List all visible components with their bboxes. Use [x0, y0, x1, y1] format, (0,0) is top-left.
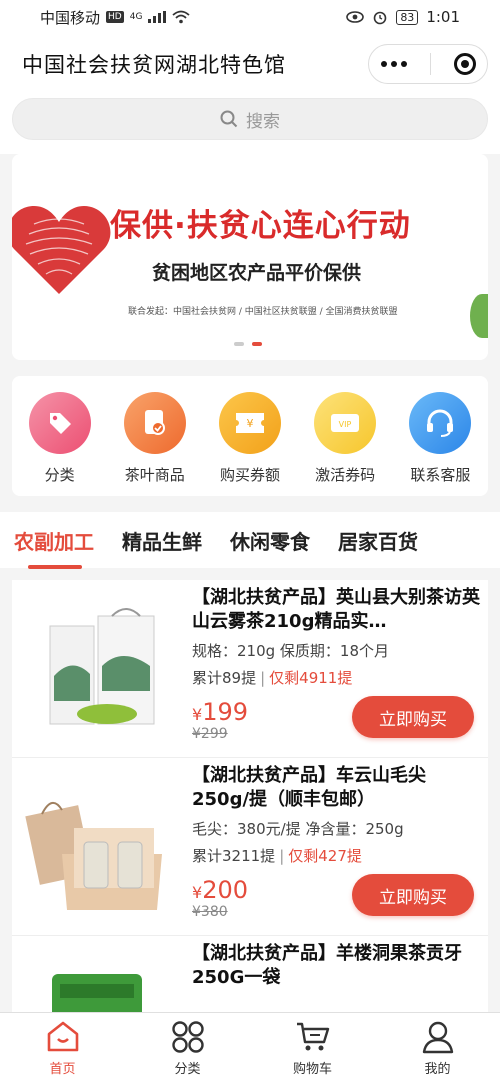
user-icon: [422, 1021, 453, 1053]
product-list: 【湖北扶贫产品】英山县大别茶访英山云雾茶210g精品实… 规格：210g 保质期…: [12, 580, 488, 1012]
product-info: 【湖北扶贫产品】羊楼洞果茶贡牙250G一袋: [192, 942, 482, 990]
product-info: 【湖北扶贫产品】英山县大别茶访英山云雾茶210g精品实… 规格：210g 保质期…: [192, 586, 482, 688]
tab-home[interactable]: 居家百货: [338, 526, 418, 555]
coupon-icon: ¥: [218, 392, 281, 454]
original-price: ¥299: [192, 726, 228, 742]
clock: 1:01: [426, 8, 460, 26]
quick-item-buy-coupon[interactable]: ¥ 购买券额: [205, 392, 295, 485]
wifi-icon: [172, 10, 191, 24]
currency-symbol: ¥: [192, 883, 203, 902]
quick-label: 茶叶商品: [124, 466, 185, 484]
carrier-label: 中国移动: [40, 8, 101, 27]
category-tabs: 农副加工 精品生鲜 休闲零食 居家百货: [0, 512, 500, 569]
tabbar-home[interactable]: 首页: [13, 1020, 113, 1077]
product-card[interactable]: 【湖北扶贫产品】英山县大别茶访英山云雾茶210g精品实… 规格：210g 保质期…: [12, 580, 488, 758]
banner-title: 保供·扶贫心连心行动: [110, 208, 411, 244]
remaining-count: 仅剩4911提: [269, 669, 353, 687]
signal-icon: [148, 11, 167, 23]
fingerprint-heart-image: [12, 206, 111, 294]
quick-menu: 分类 茶叶商品 ¥ 购买券额 VIP 激活券码 联系客服: [12, 376, 488, 496]
buy-now-button[interactable]: 立即购买: [352, 696, 474, 738]
quick-item-support[interactable]: 联系客服: [395, 392, 485, 485]
price-value: 199: [202, 698, 248, 726]
quick-item-category[interactable]: 分类: [15, 392, 105, 485]
product-image: [25, 802, 162, 910]
product-price: ¥199: [192, 698, 248, 726]
search-input[interactable]: 搜索: [12, 98, 488, 140]
quick-label: 激活券码: [315, 466, 376, 484]
product-card[interactable]: 【湖北扶贫产品】羊楼洞果茶贡牙250G一袋: [12, 936, 488, 1012]
leaf-image: [470, 294, 488, 338]
product-spec: 规格：210g 保质期：18个月: [192, 642, 390, 660]
product-price: ¥200: [192, 876, 248, 904]
close-miniapp-icon[interactable]: [453, 53, 476, 75]
product-image: [52, 974, 142, 1012]
title-bar: 中国社会扶贫网湖北特色馆: [0, 34, 500, 94]
banner-area: 保供·扶贫心连心行动 贫困地区农产品平价保供 联合发起：中国社会扶贫网 / 中国…: [0, 154, 500, 376]
tab-snacks[interactable]: 休闲零食: [230, 526, 310, 555]
tabbar-cart[interactable]: 购物车: [263, 1020, 363, 1077]
currency-symbol: ¥: [192, 705, 203, 724]
product-title: 【湖北扶贫产品】羊楼洞果茶贡牙250G一袋: [192, 943, 462, 988]
product-image: [49, 608, 155, 725]
product-title: 【湖北扶贫产品】英山县大别茶访英山云雾茶210g精品实…: [192, 587, 480, 632]
quick-item-tea[interactable]: 茶叶商品: [110, 392, 200, 485]
search-icon: [220, 110, 238, 128]
product-info: 【湖北扶贫产品】车云山毛尖250g/提（顺丰包邮） 毛尖：380元/提 净含量：…: [192, 764, 482, 866]
original-price: ¥380: [192, 904, 228, 920]
quick-item-activate[interactable]: VIP 激活券码: [300, 392, 390, 485]
search-placeholder: 搜索: [246, 111, 280, 132]
headset-icon: [409, 392, 472, 454]
svg-text:VIP: VIP: [339, 420, 352, 429]
tabbar-category[interactable]: 分类: [138, 1020, 238, 1077]
document-check-icon: [123, 392, 186, 454]
quick-label: 分类: [44, 466, 75, 484]
quick-label: 联系客服: [410, 466, 471, 484]
vip-card-icon: VIP: [314, 392, 377, 454]
status-bar: 中国移动 HD 4G 83 1:01: [0, 0, 500, 34]
tabbar-label: 分类: [174, 1061, 201, 1077]
sold-count: 累计89提: [192, 669, 257, 687]
product-spec: 毛尖：380元/提 净含量：250g: [192, 820, 404, 838]
sold-count: 累计3211提: [192, 847, 276, 865]
promo-banner[interactable]: 保供·扶贫心连心行动 贫困地区农产品平价保供 联合发起：中国社会扶贫网 / 中国…: [12, 154, 488, 360]
banner-subtitle: 贫困地区农产品平价保供: [152, 262, 362, 284]
carousel-indicator: [234, 342, 262, 346]
price-value: 200: [202, 876, 248, 904]
network-label: 4G: [129, 12, 143, 22]
svg-text:¥: ¥: [246, 417, 253, 430]
tag-icon: [28, 392, 91, 454]
product-stock: 累计89提 | 仅剩4911提: [192, 669, 353, 687]
alarm-icon: [374, 11, 387, 25]
product-title: 【湖北扶贫产品】车云山毛尖250g/提（顺丰包邮）: [192, 765, 426, 810]
tab-fresh[interactable]: 精品生鲜: [122, 526, 202, 555]
search-area: 搜索: [0, 94, 500, 154]
remaining-count: 仅剩427提: [288, 847, 362, 865]
miniapp-capsule: [368, 44, 488, 84]
eye-icon: [346, 11, 365, 23]
product-card[interactable]: 【湖北扶贫产品】车云山毛尖250g/提（顺丰包邮） 毛尖：380元/提 净含量：…: [12, 758, 488, 936]
grid-icon: [171, 1020, 204, 1053]
home-icon: [47, 1021, 78, 1051]
page-title: 中国社会扶贫网湖北特色馆: [22, 53, 286, 77]
tab-processed[interactable]: 农副加工: [14, 526, 94, 569]
more-menu-icon[interactable]: [380, 61, 407, 67]
tabbar-label: 我的: [424, 1061, 451, 1077]
quick-label: 购买券额: [219, 466, 280, 484]
battery-level: 83: [396, 9, 419, 25]
product-stock: 累计3211提 | 仅剩427提: [192, 847, 362, 865]
hd-badge: HD: [106, 11, 124, 23]
buy-now-button[interactable]: 立即购买: [352, 874, 474, 916]
tabbar-me[interactable]: 我的: [388, 1020, 488, 1077]
cart-icon: [296, 1022, 329, 1050]
tabbar-label: 购物车: [292, 1061, 332, 1077]
banner-sponsors: 联合发起：中国社会扶贫网 / 中国社区扶贫联盟 / 全国消费扶贫联盟: [128, 307, 398, 317]
bottom-tab-bar: 首页 分类 购物车 我的: [0, 1012, 500, 1083]
tabbar-label: 首页: [49, 1061, 76, 1077]
